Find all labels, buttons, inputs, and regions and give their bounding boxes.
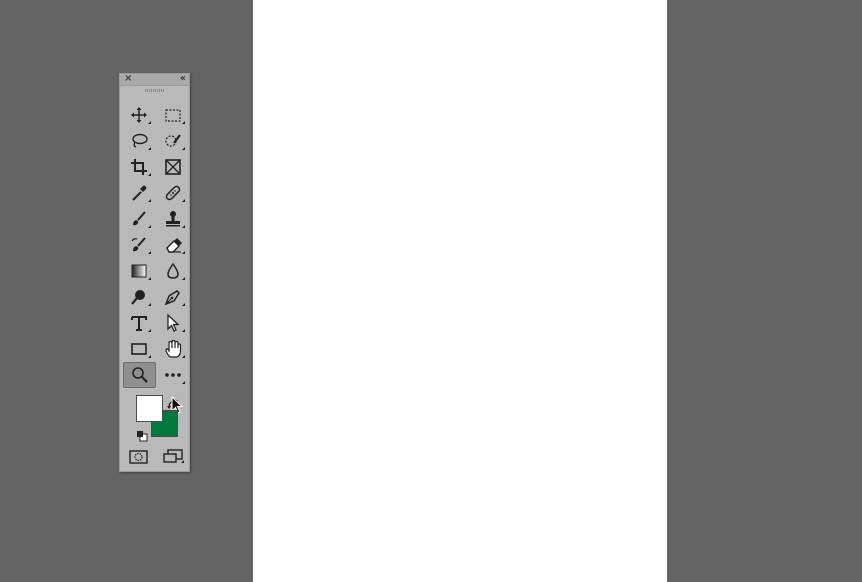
move-icon — [131, 107, 147, 123]
quick-selection-tool[interactable] — [158, 129, 188, 153]
more-tools-indicator — [148, 277, 151, 280]
more-tools-indicator — [182, 329, 185, 332]
history-brush-icon — [131, 237, 146, 252]
rectangle-tool[interactable] — [124, 337, 154, 361]
eyedropper-icon — [132, 185, 147, 201]
dodge-icon — [131, 290, 145, 305]
crop-tool[interactable] — [124, 155, 154, 179]
screen-mode-icon — [163, 449, 184, 463]
path-selection-tool[interactable] — [158, 311, 188, 335]
type-icon — [131, 316, 147, 331]
more-tools-indicator — [182, 251, 185, 254]
pen-icon — [164, 290, 180, 306]
history-brush-tool[interactable] — [124, 233, 154, 257]
eraser-tool[interactable] — [158, 233, 188, 257]
close-panel-button[interactable]: × — [124, 73, 132, 85]
pen-tool[interactable] — [158, 285, 188, 309]
more-tools-indicator — [182, 303, 185, 306]
quick-selection-icon — [165, 134, 181, 147]
more-tools-indicator — [182, 381, 185, 384]
foreground-color-swatch[interactable] — [136, 395, 163, 422]
rectangle-icon — [131, 343, 147, 355]
tools-panel-header[interactable]: × ‹‹ — [120, 73, 189, 86]
gradient-icon — [131, 264, 147, 278]
more-icon — [165, 373, 181, 377]
more-tools-indicator — [182, 121, 185, 124]
blur-tool[interactable] — [158, 259, 188, 283]
quick-mask-button[interactable] — [127, 448, 151, 466]
more-tools-indicator — [148, 303, 151, 306]
zoom-tool[interactable] — [123, 362, 156, 388]
default-colors-button[interactable] — [136, 427, 148, 442]
hand-icon — [165, 339, 182, 358]
gradient-tool[interactable] — [124, 259, 154, 283]
stamp-icon — [166, 211, 180, 227]
more-tools-indicator — [182, 277, 185, 280]
zoom-icon — [132, 367, 148, 383]
marquee-icon — [165, 109, 181, 122]
eyedropper-tool[interactable] — [124, 181, 154, 205]
more-tools-indicator — [148, 225, 151, 228]
frame-tool[interactable] — [158, 155, 188, 179]
more-tools-indicator — [148, 251, 151, 254]
edit-toolbar[interactable] — [158, 363, 188, 387]
more-tools-indicator — [182, 225, 185, 228]
more-tools-indicator — [182, 199, 185, 202]
frame-icon — [165, 159, 181, 175]
arrow-icon — [167, 313, 180, 332]
crop-icon — [131, 159, 147, 175]
brush-icon — [133, 211, 146, 226]
eraser-icon — [166, 238, 182, 253]
more-tools-indicator — [148, 173, 151, 176]
more-tools-indicator — [182, 147, 185, 150]
default-colors-icon — [137, 431, 148, 442]
more-tools-indicator — [148, 355, 151, 358]
bandage-icon — [165, 185, 181, 201]
lasso-tool[interactable] — [124, 129, 154, 153]
dodge-tool[interactable] — [124, 285, 154, 309]
more-tools-indicator — [148, 121, 151, 124]
lasso-icon — [132, 133, 148, 148]
clone-stamp-tool[interactable] — [158, 207, 188, 231]
quick-mask-icon — [129, 450, 148, 464]
type-tool[interactable] — [124, 311, 154, 335]
more-tools-indicator — [148, 329, 151, 332]
collapse-panel-button[interactable]: ‹‹ — [180, 73, 186, 85]
hand-tool[interactable] — [158, 337, 188, 361]
more-tools-indicator — [182, 355, 185, 358]
rectangular-marquee-tool[interactable] — [158, 103, 188, 127]
move-tool[interactable] — [124, 103, 154, 127]
screen-mode-button[interactable] — [161, 448, 185, 466]
more-tools-indicator — [148, 147, 151, 150]
document-canvas[interactable] — [253, 0, 667, 582]
brush-tool[interactable] — [124, 207, 154, 231]
more-tools-indicator — [148, 199, 151, 202]
panel-grip[interactable] — [145, 89, 165, 92]
droplet-icon — [167, 262, 179, 279]
healing-brush-tool[interactable] — [158, 181, 188, 205]
